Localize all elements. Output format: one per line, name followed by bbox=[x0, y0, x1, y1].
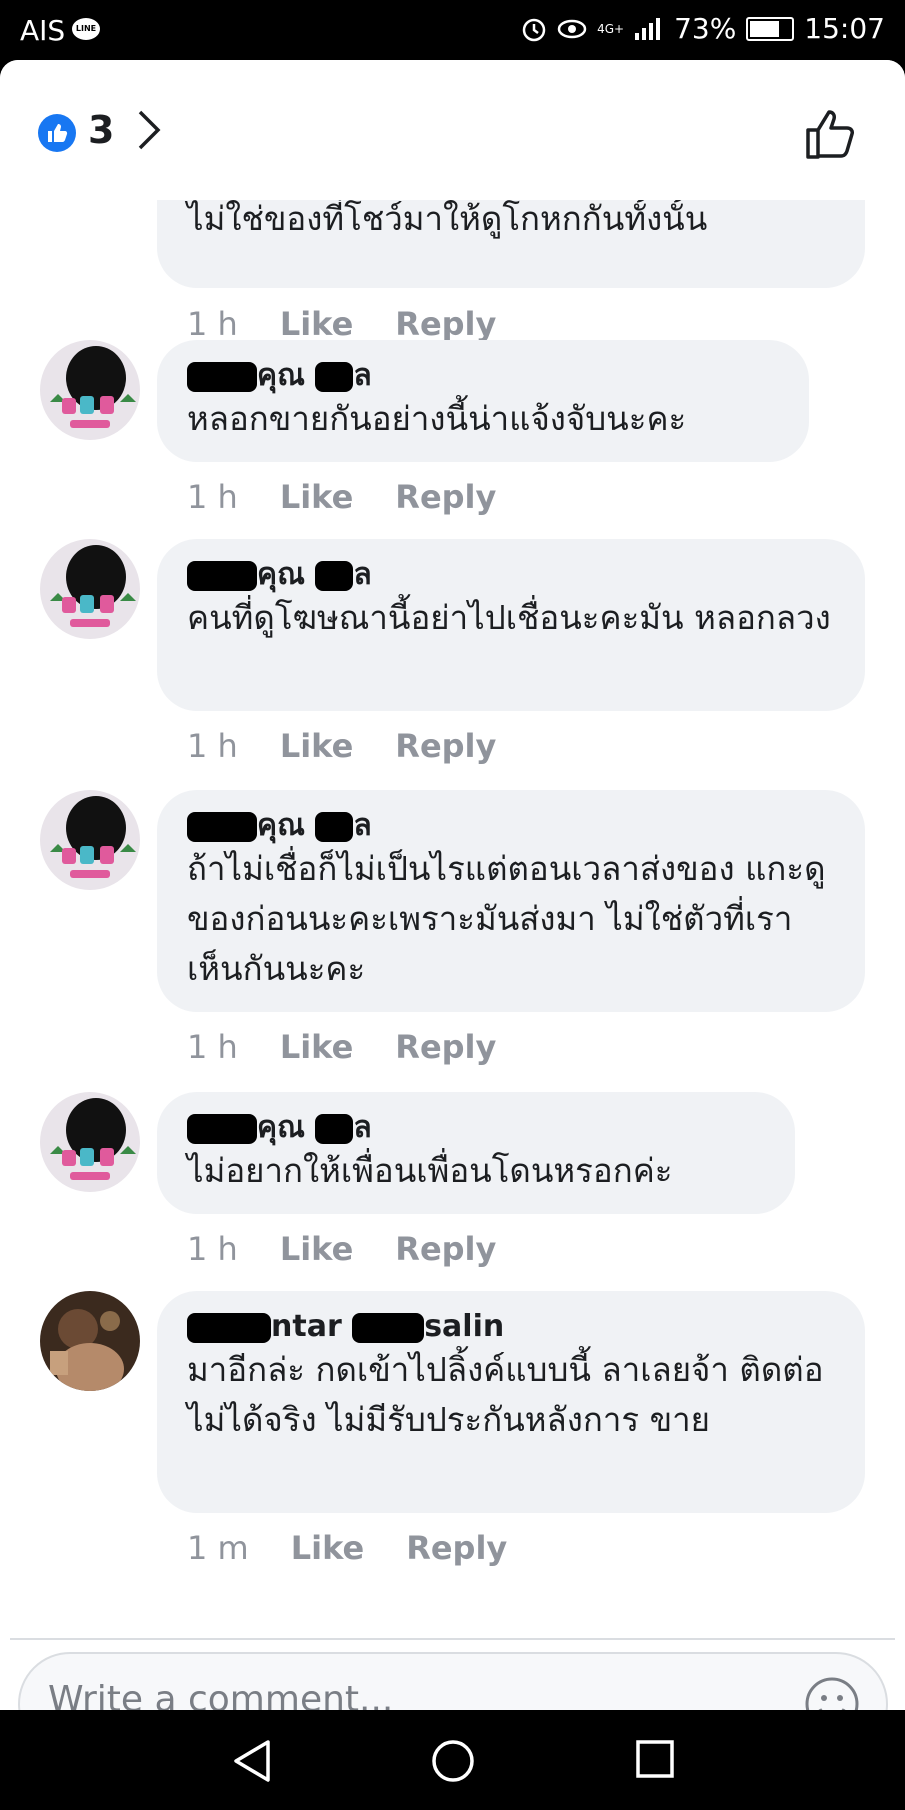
comment-actions: 1 h Like Reply bbox=[187, 1028, 496, 1066]
carrier-label: AIS bbox=[20, 14, 66, 47]
comment-bubble[interactable]: ไม่ใช่ของที่โชว์มาให้ดูโกหกกันทั้งนั้น bbox=[157, 200, 865, 288]
reactions-header[interactable]: 3 bbox=[0, 60, 905, 200]
comment-text: คนที่ดูโฆษณานี้อย่าไปเชื่อนะคะมัน หลอกลว… bbox=[187, 598, 831, 637]
back-nav-button[interactable] bbox=[230, 1738, 274, 1784]
comment-actions: 1 h Like Reply bbox=[187, 727, 496, 765]
comment-time: 1 h bbox=[187, 1028, 238, 1066]
network-type: 4G+ bbox=[597, 21, 625, 36]
home-nav-button[interactable] bbox=[430, 1738, 476, 1784]
comment-bubble[interactable]: คุณ ล ถ้าไม่เชื่อก็ไม่เป็นไรแต่ตอนเวลาส่… bbox=[157, 790, 865, 1012]
battery-icon bbox=[746, 16, 795, 41]
divider bbox=[10, 1638, 895, 1640]
reply-comment-button[interactable]: Reply bbox=[395, 1028, 496, 1066]
reaction-count: 3 bbox=[88, 108, 115, 152]
like-comment-button[interactable]: Like bbox=[280, 305, 353, 343]
comment-bubble[interactable]: คุณ ล ไม่อยากให้เพื่อนเพื่อนโดนหรอกค่ะ bbox=[157, 1092, 795, 1214]
comment-input[interactable] bbox=[46, 1678, 750, 1710]
clock: 15:07 bbox=[804, 12, 885, 45]
comments-sheet: 3 ไม่ใช่ของที่โชว์มาให้ดูโกหกกันทั้งนั้น… bbox=[0, 60, 905, 1710]
comment-actions: 1 m Like Reply bbox=[187, 1529, 507, 1567]
comment-text: ไม่ใช่ของที่โชว์มาให้ดูโกหกกันทั้งนั้น bbox=[187, 200, 708, 238]
comment-time: 1 h bbox=[187, 1230, 238, 1268]
comment-time: 1 m bbox=[187, 1529, 249, 1567]
status-icons: 4G+ 73% 15:07 bbox=[521, 12, 885, 45]
avatar[interactable] bbox=[40, 539, 140, 639]
avatar[interactable] bbox=[40, 1092, 140, 1192]
reply-comment-button[interactable]: Reply bbox=[395, 1230, 496, 1268]
reply-comment-button[interactable]: Reply bbox=[395, 478, 496, 516]
comment-text: ไม่อยากให้เพื่อนเพื่อนโดนหรอกค่ะ bbox=[187, 1151, 673, 1190]
comment-list[interactable]: ไม่ใช่ของที่โชว์มาให้ดูโกหกกันทั้งนั้น 1… bbox=[0, 200, 905, 1580]
comment-actions: 1 h Like Reply bbox=[187, 305, 496, 343]
like-post-button[interactable] bbox=[805, 108, 857, 160]
comment-time: 1 h bbox=[187, 305, 238, 343]
comment-actions: 1 h Like Reply bbox=[187, 478, 496, 516]
comment-author[interactable]: คุณ ล bbox=[187, 808, 835, 844]
like-comment-button[interactable]: Like bbox=[280, 1028, 353, 1066]
comment-author[interactable]: คุณ ล bbox=[187, 1110, 765, 1146]
recents-nav-button[interactable] bbox=[634, 1738, 676, 1780]
comment-time: 1 h bbox=[187, 478, 238, 516]
comment-text: หลอกขายกันอย่างนี้น่าแจ้งจับนะคะ bbox=[187, 399, 687, 438]
comment-text: ถ้าไม่เชื่อก็ไม่เป็นไรแต่ตอนเวลาส่งของ แ… bbox=[187, 849, 826, 988]
like-comment-button[interactable]: Like bbox=[291, 1529, 364, 1567]
comment-author[interactable]: ntar salin bbox=[187, 1309, 835, 1345]
like-comment-button[interactable]: Like bbox=[280, 727, 353, 765]
line-app-icon: LINE bbox=[72, 18, 100, 40]
like-comment-button[interactable]: Like bbox=[280, 1230, 353, 1268]
battery-percent: 73% bbox=[674, 12, 737, 45]
comment-author[interactable]: คุณ ล bbox=[187, 358, 779, 394]
reply-comment-button[interactable]: Reply bbox=[395, 727, 496, 765]
eye-comfort-icon bbox=[557, 19, 587, 38]
comment-bubble[interactable]: ntar salin มาอีกล่ะ กดเข้าไปลิ้งค์แบบนี้… bbox=[157, 1291, 865, 1513]
reply-comment-button[interactable]: Reply bbox=[406, 1529, 507, 1567]
like-reaction-icon bbox=[38, 114, 76, 152]
avatar[interactable] bbox=[40, 790, 140, 890]
system-nav-bar bbox=[0, 1710, 905, 1810]
comment-bubble[interactable]: คุณ ล คนที่ดูโฆษณานี้อย่าไปเชื่อนะคะมัน … bbox=[157, 539, 865, 711]
chevron-right-icon[interactable] bbox=[136, 108, 164, 152]
comment-bubble[interactable]: คุณ ล หลอกขายกันอย่างนี้น่าแจ้งจับนะคะ bbox=[157, 340, 809, 462]
comment-author[interactable]: คุณ ล bbox=[187, 557, 835, 593]
emoji-icon[interactable] bbox=[804, 1676, 860, 1710]
comment-text: มาอีกล่ะ กดเข้าไปลิ้งค์แบบนี้ ลาเลยจ้า ต… bbox=[187, 1350, 824, 1439]
comment-composer[interactable] bbox=[18, 1652, 888, 1710]
avatar[interactable] bbox=[40, 340, 140, 440]
comment-time: 1 h bbox=[187, 727, 238, 765]
alarm-icon bbox=[522, 18, 546, 41]
reply-comment-button[interactable]: Reply bbox=[395, 305, 496, 343]
like-comment-button[interactable]: Like bbox=[280, 478, 353, 516]
avatar[interactable] bbox=[40, 1291, 140, 1391]
status-bar: AIS LINE 4G+ 73% 15:07 bbox=[0, 0, 905, 60]
comment-actions: 1 h Like Reply bbox=[187, 1230, 496, 1268]
signal-icon bbox=[635, 17, 661, 40]
